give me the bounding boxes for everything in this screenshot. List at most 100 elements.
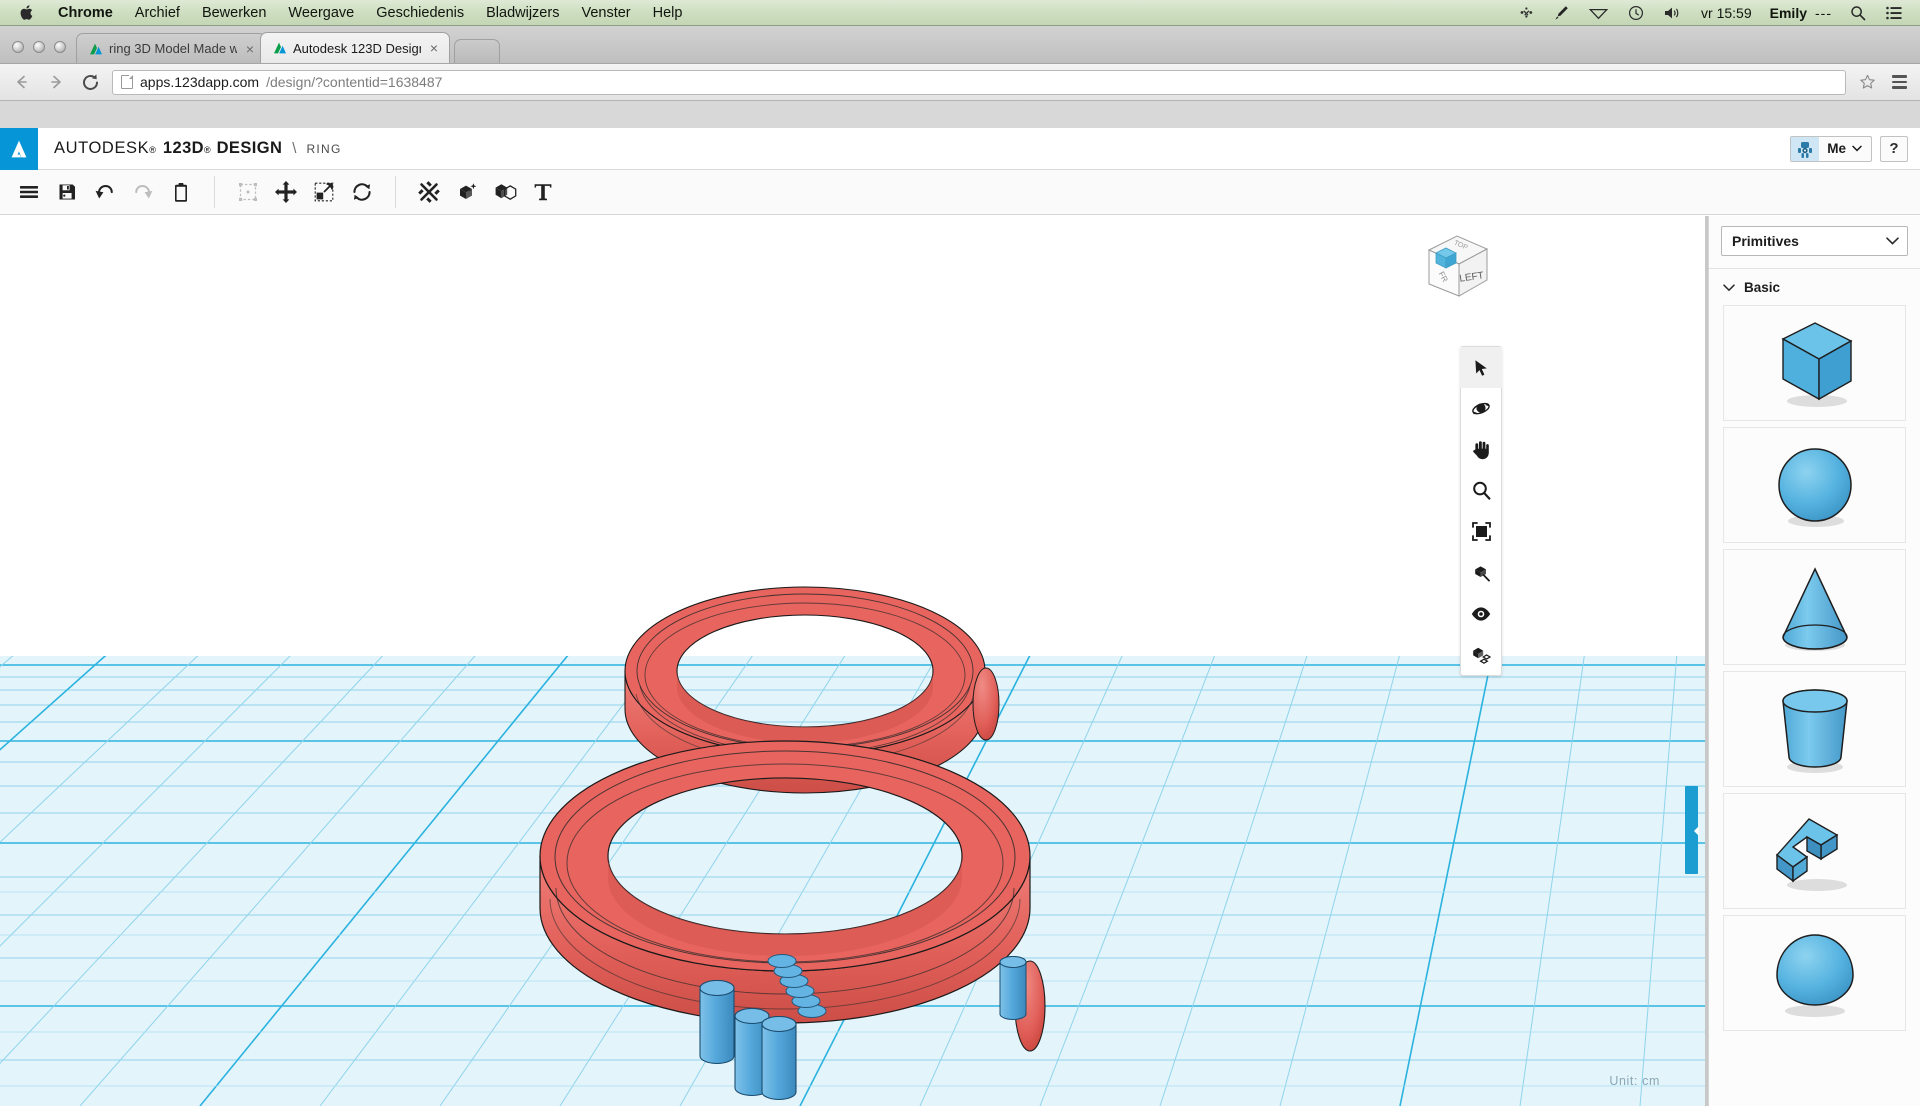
shape-grid [1709,305,1920,1106]
select-cursor-icon[interactable] [1460,347,1502,388]
autodesk-icon [273,41,287,55]
3d-viewport[interactable]: LEFT FR TOP Unit: cm [0,216,1708,1106]
save-icon[interactable] [48,172,86,212]
text-icon[interactable] [524,172,562,212]
clock-label[interactable]: vr 15:59 [1691,5,1762,21]
brand-company-sup: ® [149,145,156,155]
hamburger-icon[interactable] [1888,71,1910,93]
pattern-icon[interactable] [410,172,448,212]
viewport-vertical-slider[interactable] [1685,786,1699,874]
tab-title: Autodesk 123D Design [293,40,421,56]
torus-primitive-thumbnail [1775,934,1854,1017]
bluetooth-icon[interactable] [1509,0,1544,25]
menu-weergave[interactable]: Weergave [277,0,365,25]
close-icon[interactable]: × [243,42,257,56]
menu-help[interactable]: Help [642,0,694,25]
volume-icon[interactable] [1654,0,1691,25]
menu-geschiedenis[interactable]: Geschiedenis [365,0,475,25]
page-document-icon [121,75,133,89]
sketch-icon[interactable] [229,172,267,212]
chevron-down-icon [1723,283,1735,291]
apple-logo-icon[interactable] [8,4,47,21]
header-right-group: Me ? [1790,135,1920,162]
orbit-icon[interactable] [1460,388,1502,429]
main-area: LEFT FR TOP Unit: cm Primitives Basic [0,216,1920,1106]
address-bar[interactable]: apps.123dapp.com/design/?contentid=16384… [112,69,1846,95]
modify-icon[interactable] [343,172,381,212]
grouping-icon[interactable] [448,172,486,212]
tab-autodesk-123d-design[interactable]: Autodesk 123D Design × [260,32,450,63]
document-name: RING [306,142,342,156]
wifi-icon[interactable] [1579,0,1618,25]
menu-icon[interactable] [10,172,48,212]
cone-primitive[interactable] [1723,549,1906,665]
clipboard-icon[interactable] [162,172,200,212]
menu-chrome[interactable]: Chrome [47,0,124,25]
arrow-right-icon[interactable] [44,70,68,94]
redo-icon[interactable] [124,172,162,212]
close-window-button[interactable] [12,41,24,53]
navigation-toolbar [1460,346,1502,676]
primitives-panel: Primitives Basic [1708,216,1920,1106]
toolbar-group-file [10,172,200,212]
cylinder-primitive[interactable] [1723,671,1906,787]
close-icon[interactable]: × [427,41,441,55]
autodesk-icon [89,42,103,56]
account-button[interactable]: Me [1790,135,1872,162]
section-label: Basic [1744,280,1781,295]
menu-venster[interactable]: Venster [570,0,641,25]
panel-select-wrap: Primitives [1709,216,1920,268]
box-primitive[interactable] [1723,305,1906,421]
help-button[interactable]: ? [1880,135,1908,162]
extrude-icon[interactable] [305,172,343,212]
url-host: apps.123dapp.com [140,74,260,90]
brand-product-sup: ® [203,145,211,155]
maximize-window-button[interactable] [54,41,66,53]
torus-primitive[interactable] [1723,915,1906,1031]
chevron-down-icon [1852,145,1862,152]
ground-grid [0,216,1708,1106]
list-icon[interactable] [1876,0,1912,25]
brand-company: AUTODESK [54,139,150,157]
snap-icon[interactable] [1460,634,1502,675]
category-dropdown[interactable]: Primitives [1721,226,1908,256]
autodesk-logo-icon [0,127,38,170]
account-label-group: Me [1819,141,1871,156]
view-cube[interactable]: LEFT FR TOP [1416,228,1496,306]
undo-icon[interactable] [86,172,124,212]
app-root: AUTODESK ® 123D ® DESIGN \ RING Me ? LEF… [0,127,1920,1106]
mac-menu-bar: Chrome Archief Bewerken Weergave Geschie… [0,0,1920,26]
menu-bladwijzers[interactable]: Bladwijzers [475,0,570,25]
menu-bewerken[interactable]: Bewerken [191,0,277,25]
user-label[interactable]: Emily [1762,5,1815,21]
toolbar-group-transform [229,172,381,212]
combine-icon[interactable] [486,172,524,212]
menu-archief[interactable]: Archief [124,0,191,25]
url-path: /design/?contentid=1638487 [266,74,443,90]
tab-ring-3d-model[interactable]: ring 3D Model Made with 1 × [76,33,266,63]
window-controls [0,41,76,63]
star-icon[interactable] [1856,71,1878,93]
search-icon[interactable] [1840,0,1876,25]
brand-separator: \ [292,140,297,157]
pen-icon[interactable] [1544,0,1579,25]
units-label: Unit: cm [1609,1074,1660,1088]
sphere-primitive[interactable] [1723,427,1906,543]
visibility-eye-icon[interactable] [1460,593,1502,634]
move-icon[interactable] [267,172,305,212]
brand-title: AUTODESK ® 123D ® DESIGN \ RING [38,139,342,158]
omnibox-row: apps.123dapp.com/design/?contentid=16384… [0,64,1920,101]
section-header-basic[interactable]: Basic [1709,269,1920,305]
cone-primitive-thumbnail [1781,567,1848,651]
new-tab-button[interactable] [454,39,500,63]
zoom-magnifier-icon[interactable] [1460,470,1502,511]
wedge-primitive[interactable] [1723,793,1906,909]
reload-icon[interactable] [78,70,102,94]
zoom-object-icon[interactable] [1460,552,1502,593]
minimize-window-button[interactable] [33,41,45,53]
fit-to-window-icon[interactable] [1460,511,1502,552]
pan-hand-icon[interactable] [1460,429,1502,470]
timemachine-icon[interactable] [1618,0,1654,25]
box-primitive-thumbnail [1780,322,1852,407]
arrow-left-icon[interactable] [10,70,34,94]
